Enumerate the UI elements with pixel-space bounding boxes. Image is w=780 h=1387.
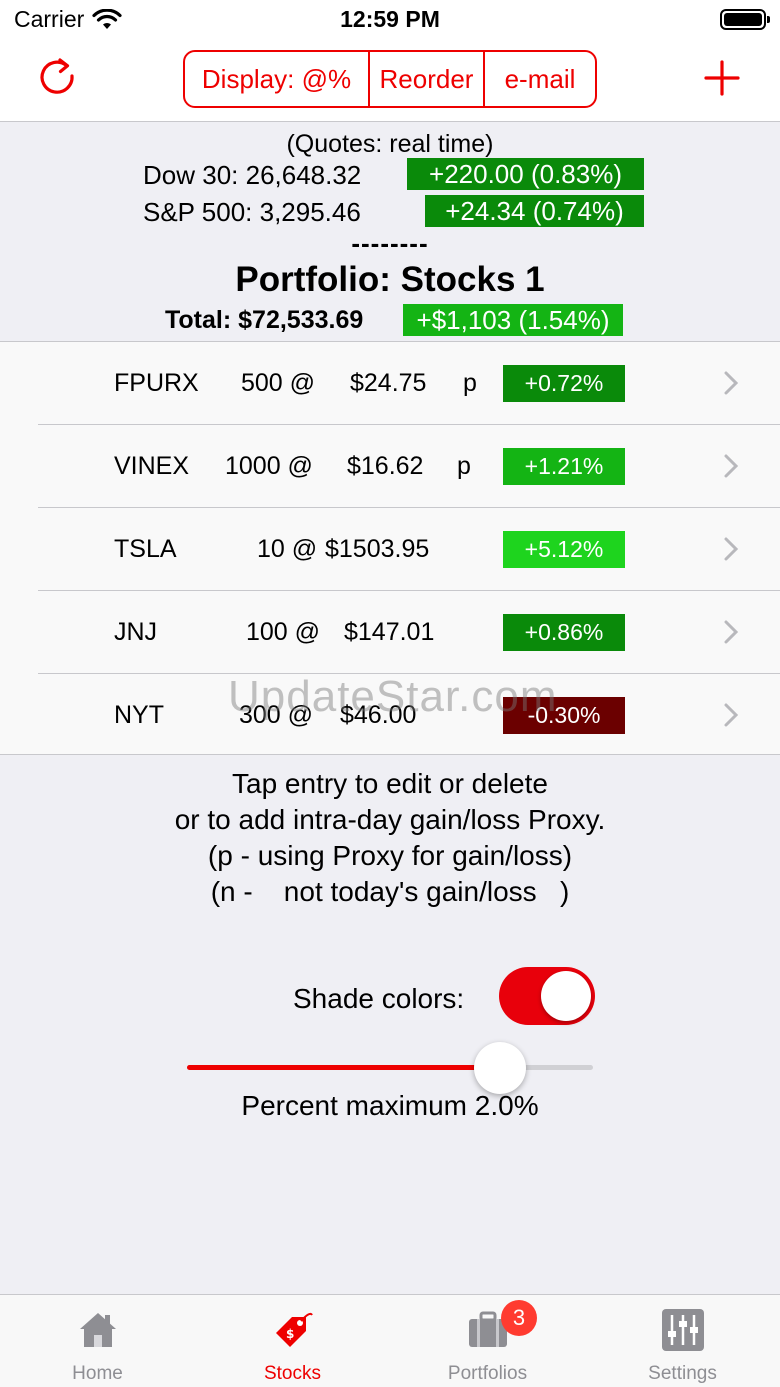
holding-change: +0.72% [503, 365, 625, 402]
percent-max-label: Percent maximum 2.0% [241, 1090, 539, 1121]
help-line: (p - using Proxy for gain/loss) [207, 840, 573, 871]
battery-icon [720, 9, 770, 30]
holdings-list: FPURX 500 @ $24.75 p +0.72% VINEX 1000 @… [0, 341, 780, 755]
holding-symbol: TSLA [114, 535, 177, 563]
chevron-right-icon [724, 537, 739, 561]
holding-change: -0.30% [503, 697, 625, 734]
holding-quantity: 1000 @ [225, 452, 313, 480]
help-line: or to add intra-day gain/loss Proxy. [174, 804, 606, 835]
reorder-button[interactable]: Reorder [370, 52, 485, 106]
portfolios-badge: 3 [501, 1300, 537, 1336]
status-bar: Carrier 12:59 PM [0, 0, 780, 40]
segmented-control: Display: @% Reorder e-mail [183, 50, 597, 108]
help-text: Tap entry to edit or delete or to add in… [0, 766, 780, 910]
holding-change: +0.86% [503, 614, 625, 651]
table-row[interactable]: JNJ 100 @ $147.01 +0.86% [0, 591, 780, 674]
portfolio-total: Total: $72,533.69 [165, 306, 364, 334]
tab-portfolios[interactable]: Portfolios [390, 1295, 585, 1387]
holding-price: $16.62 [347, 452, 424, 480]
email-button[interactable]: e-mail [485, 52, 595, 106]
holding-price: $24.75 [350, 369, 427, 397]
holding-price: $46.00 [340, 701, 417, 729]
index-name: Dow 30: 26,648.32 [143, 160, 362, 190]
holding-quantity: 300 @ [239, 701, 314, 729]
shade-colors-toggle[interactable] [499, 967, 595, 1025]
holding-quantity: 10 @ [257, 535, 318, 563]
index-change: +220.00 (0.83%) [407, 158, 644, 190]
sliders-icon [662, 1309, 704, 1351]
holding-price: $1503.95 [325, 535, 430, 563]
holding-symbol: FPURX [114, 369, 199, 397]
tab-label: Portfolios [447, 1363, 528, 1384]
index-row-dow: Dow 30: 26,648.32 +220.00 (0.83%) [0, 158, 780, 192]
holding-quantity: 100 @ [246, 618, 321, 646]
portfolio-total-change: +$1,103 (1.54%) [403, 304, 623, 336]
chevron-right-icon [724, 454, 739, 478]
tab-label: Settings [648, 1363, 717, 1384]
home-icon [80, 1313, 116, 1347]
add-icon[interactable] [704, 60, 740, 96]
nav-bar: Display: @% Reorder e-mail [0, 40, 780, 122]
separator: -------- [351, 228, 429, 258]
holding-change: +5.12% [503, 531, 625, 568]
table-row[interactable]: TSLA 10 @ $1503.95 +5.12% [0, 508, 780, 591]
shade-colors-label: Shade colors: [293, 983, 465, 1014]
svg-text:$: $ [286, 1327, 294, 1341]
help-line: (n - not today's gain/loss ) [210, 876, 570, 907]
refresh-icon[interactable] [36, 56, 80, 100]
holding-price: $147.01 [344, 618, 435, 646]
chevron-right-icon [724, 620, 739, 644]
market-summary: (Quotes: real time) Dow 30: 26,648.32 +2… [0, 122, 780, 340]
display-mode-button[interactable]: Display: @% [185, 52, 370, 106]
quotes-label: (Quotes: real time) [286, 130, 494, 158]
percent-max-slider[interactable] [187, 1042, 593, 1094]
price-tag-icon: $ [276, 1312, 313, 1347]
index-change: +24.34 (0.74%) [425, 195, 644, 227]
proxy-flag: p [463, 369, 477, 397]
tab-home[interactable]: Home [0, 1295, 195, 1387]
chevron-right-icon [724, 371, 739, 395]
holding-symbol: VINEX [114, 452, 190, 480]
tab-settings[interactable]: Settings [585, 1295, 780, 1387]
slider-thumb[interactable] [473, 1042, 526, 1094]
table-row[interactable]: FPURX 500 @ $24.75 p +0.72% [0, 342, 780, 425]
portfolio-title: Portfolio: Stocks 1 [235, 260, 545, 299]
table-row[interactable]: VINEX 1000 @ $16.62 p +1.21% [0, 425, 780, 508]
holding-symbol: JNJ [114, 618, 158, 646]
table-row[interactable]: NYT 300 @ $46.00 -0.30% [0, 674, 780, 757]
holding-quantity: 500 @ [241, 369, 316, 397]
help-line: Tap entry to edit or delete [232, 768, 548, 799]
tab-stocks[interactable]: $ Stocks [195, 1295, 390, 1387]
index-row-sp500: S&P 500: 3,295.46 +24.34 (0.74%) [0, 195, 780, 229]
holding-symbol: NYT [114, 701, 164, 729]
index-name: S&P 500: 3,295.46 [143, 197, 361, 227]
tab-label: Stocks [263, 1363, 322, 1384]
chevron-right-icon [724, 703, 739, 727]
tab-label: Home [72, 1363, 123, 1384]
holding-change: +1.21% [503, 448, 625, 485]
clock: 12:59 PM [340, 6, 440, 32]
proxy-flag: p [457, 452, 471, 480]
tab-bar: Home $ Stocks Portfolios Settings [0, 1294, 780, 1387]
